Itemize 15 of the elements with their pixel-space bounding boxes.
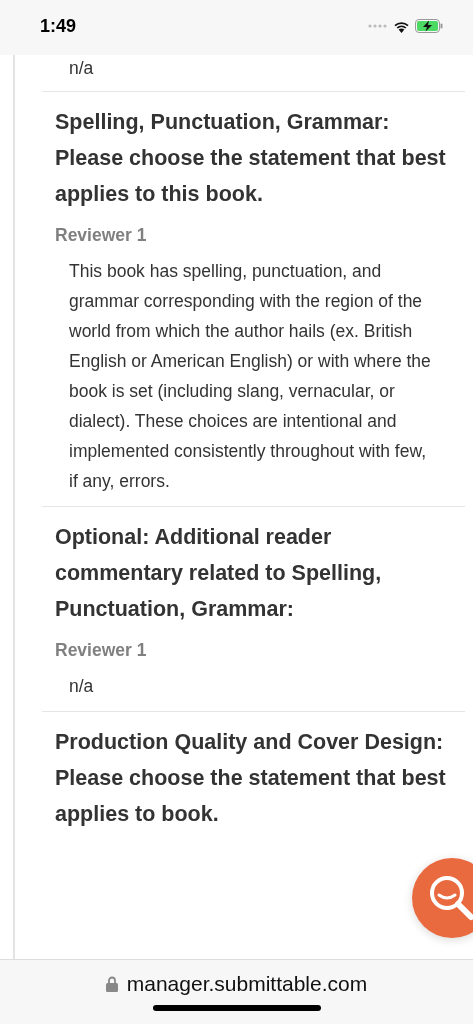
answer-text: This book has spelling, punctuation, and grammar corresponding with the region of the world from which the author hails (ex. British English or American English) or with where the book is set (including slang, vernacular, or dialect). These choices are intentional and implemented consistently throughout with few, if any, errors. xyxy=(68,260,432,493)
battery-charging-icon xyxy=(415,19,443,33)
reviewer-label: Reviewer 1 xyxy=(55,639,148,662)
answer-text: n/a xyxy=(68,675,95,698)
lock-icon xyxy=(105,976,118,992)
question-heading: Production Quality and Cover Design: Please choose the statement that best applies to book. xyxy=(55,729,447,828)
answer-text: n/a xyxy=(68,57,95,80)
reviewer-label: Reviewer 1 xyxy=(55,224,148,247)
search-button[interactable] xyxy=(412,858,473,938)
status-time: 1:49 xyxy=(40,15,77,37)
wifi-icon xyxy=(393,19,410,33)
question-heading: Spelling, Punctuation, Grammar: Please choose the statement that best applies to this book. xyxy=(55,109,447,208)
question-heading: Optional: Additional reader commentary related to Spelling, Punctuation, Grammar: xyxy=(55,524,383,623)
signal-icon xyxy=(368,24,388,28)
search-icon xyxy=(427,873,473,923)
